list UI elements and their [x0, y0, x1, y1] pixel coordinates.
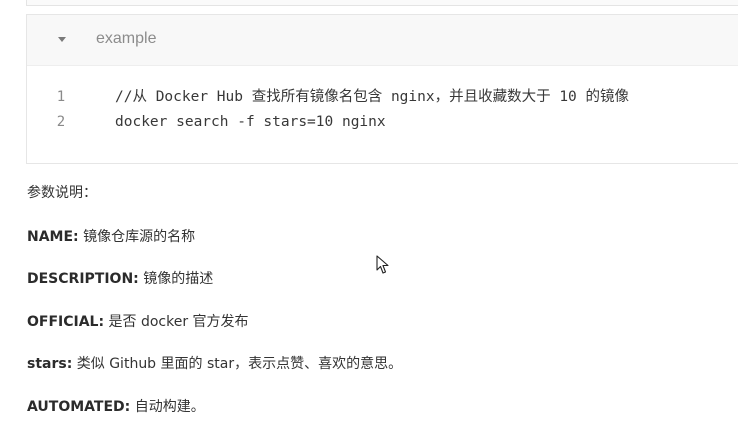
param-text: 镜像仓库源的名称: [78, 229, 196, 245]
params-heading: 参数说明：: [27, 185, 97, 201]
code-text: docker search -f stars=10 nginx: [115, 114, 386, 130]
mouse-cursor-icon: [376, 255, 389, 274]
param-text: 类似 Github 里面的 star，表示点赞、喜欢的意思。: [72, 356, 403, 372]
param-item-stars: stars: 类似 Github 里面的 star，表示点赞、喜欢的意思。: [27, 353, 402, 373]
code-language-label: example: [96, 30, 157, 47]
code-body: 1 //从 Docker Hub 查找所有镜像名包含 nginx，并且收藏数大于…: [27, 65, 738, 163]
param-key: OFFICIAL:: [27, 314, 105, 330]
previous-block-edge: [26, 0, 738, 6]
line-number: 1: [56, 89, 66, 105]
param-item-name: NAME: 镜像仓库源的名称: [27, 226, 195, 246]
param-text: 是否 docker 官方发布: [104, 314, 249, 330]
param-text: 自动构建。: [130, 399, 205, 415]
param-key: stars:: [27, 356, 73, 372]
param-key: NAME:: [27, 229, 79, 245]
code-block: example 1 //从 Docker Hub 查找所有镜像名包含 nginx…: [26, 14, 738, 164]
code-text: //从 Docker Hub 查找所有镜像名包含 nginx，并且收藏数大于 1…: [115, 89, 630, 105]
code-block-header[interactable]: example: [27, 15, 738, 66]
param-item-official: OFFICIAL: 是否 docker 官方发布: [27, 311, 249, 331]
line-number: 2: [56, 114, 66, 130]
param-item-automated: AUTOMATED: 自动构建。: [27, 396, 205, 416]
param-key: DESCRIPTION:: [27, 271, 139, 287]
caret-down-icon[interactable]: [58, 37, 66, 42]
param-item-description: DESCRIPTION: 镜像的描述: [27, 268, 213, 288]
param-key: AUTOMATED:: [27, 399, 131, 415]
param-text: 镜像的描述: [138, 271, 214, 287]
